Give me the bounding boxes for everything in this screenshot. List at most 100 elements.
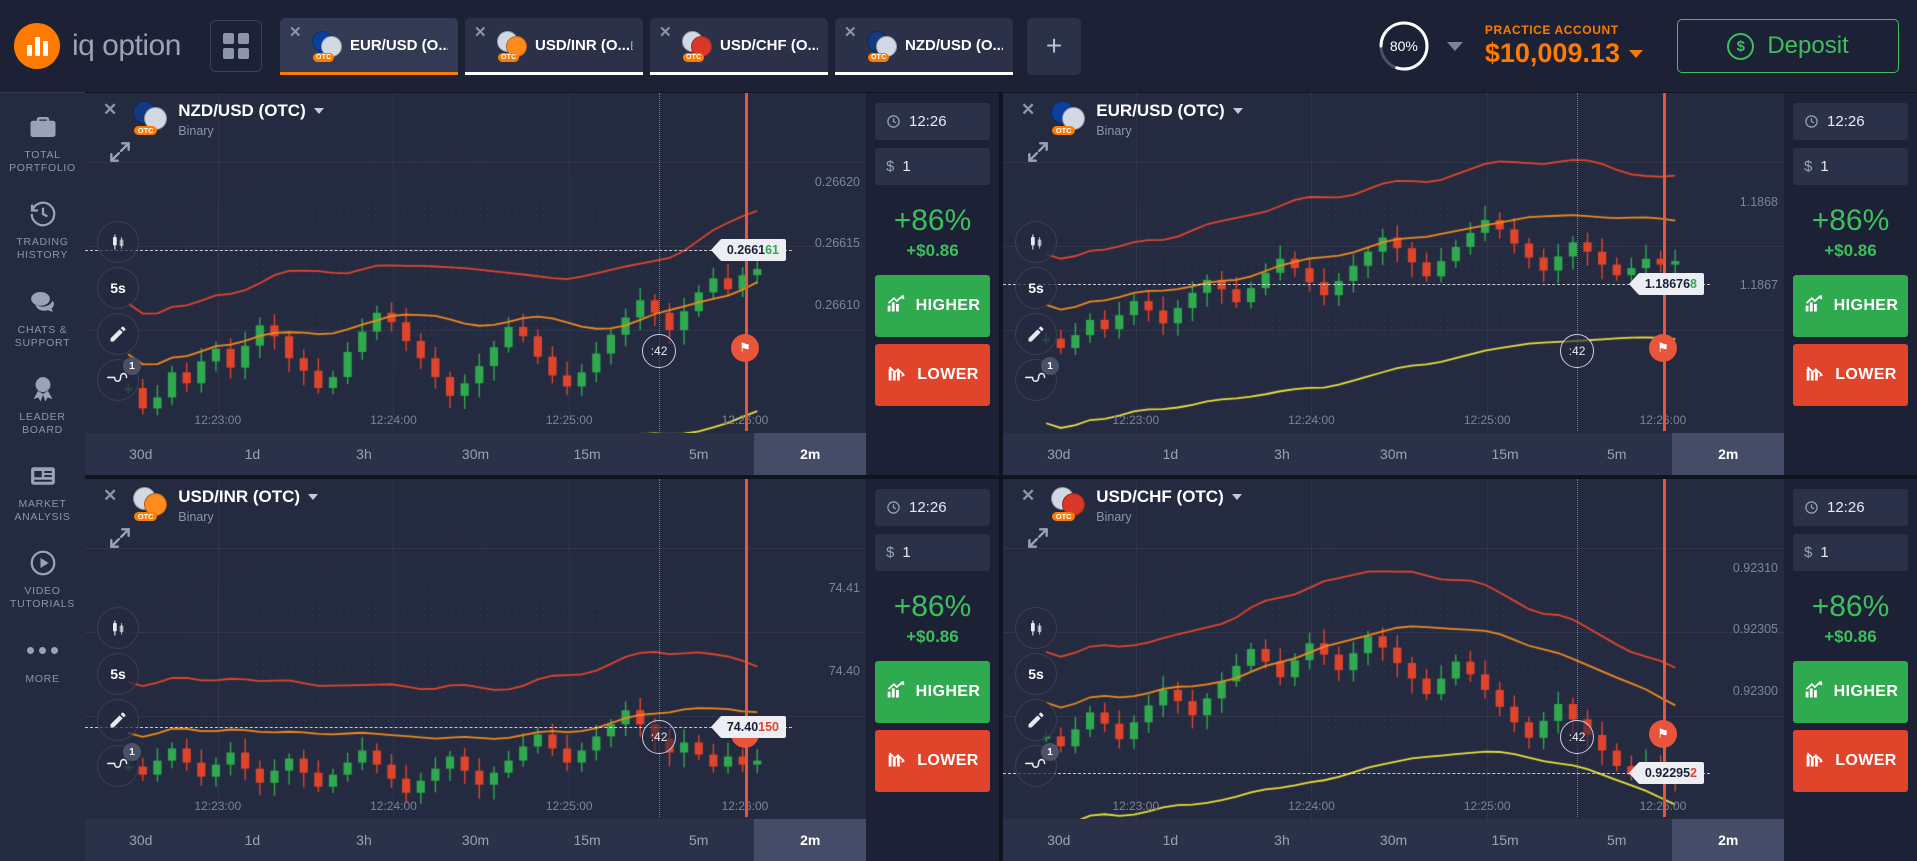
chevron-down-icon[interactable] (313, 108, 324, 114)
amount-field[interactable]: $1 (875, 148, 990, 185)
close-icon[interactable]: ✕ (289, 25, 302, 40)
interval-button[interactable]: 5s (1015, 653, 1057, 695)
close-icon[interactable]: ✕ (1021, 486, 1035, 506)
timeframe-5m[interactable]: 5m (643, 433, 755, 475)
chevron-down-icon[interactable] (1231, 494, 1242, 500)
asset-tab-3[interactable]: ✕OTCNZD/USD (O...Binary (835, 17, 1013, 75)
timeframe-2m[interactable]: 2m (1672, 819, 1784, 861)
close-icon[interactable]: ✕ (103, 100, 117, 120)
timeframe-5m[interactable]: 5m (1561, 433, 1673, 475)
candlestick-icon[interactable] (1015, 607, 1057, 649)
timeframe-30m[interactable]: 30m (1338, 819, 1450, 861)
candlestick-icon[interactable] (97, 607, 139, 649)
payout-dropdown-caret-icon[interactable] (1446, 41, 1463, 51)
grid-layout-icon[interactable] (210, 20, 262, 72)
deposit-button[interactable]: $ Deposit (1677, 19, 1899, 73)
wave-indicator-icon[interactable]: 1 (97, 357, 141, 401)
timeframe-2m[interactable]: 2m (754, 433, 866, 475)
timeframe-30m[interactable]: 30m (1338, 433, 1450, 475)
chart-area[interactable]: ✕ OTC USD/INR (OTC) Binary 5s 1 74.41 74.40 12:2… (85, 479, 866, 861)
sidebar-item-leader-board[interactable]: LEADER BOARD (0, 373, 85, 437)
sidebar-item-trading-history[interactable]: TRADING HISTORY (0, 198, 85, 262)
chart-area[interactable]: ✕ OTC USD/CHF (OTC) Binary 5s 1 0.92310 0.92305… (1003, 479, 1784, 861)
asset-selector[interactable]: USD/INR (OTC) (178, 487, 319, 507)
close-icon[interactable]: ✕ (474, 25, 487, 40)
brand-logo[interactable]: iq option (14, 23, 210, 69)
timeframe-30m[interactable]: 30m (420, 433, 532, 475)
expiry-time-field[interactable]: 12:26 (875, 103, 990, 140)
timeframe-30m[interactable]: 30m (420, 819, 532, 861)
timeframe-15m[interactable]: 15m (1449, 433, 1561, 475)
timeframe-1d[interactable]: 1d (1115, 433, 1227, 475)
lower-button[interactable]: LOWER (875, 344, 990, 406)
timeframe-5m[interactable]: 5m (643, 819, 755, 861)
expand-arrows-icon[interactable] (1025, 139, 1051, 165)
timeframe-1d[interactable]: 1d (197, 433, 309, 475)
timeframe-3h[interactable]: 3h (308, 433, 420, 475)
higher-button[interactable]: HIGHER (1793, 661, 1908, 723)
timeframe-15m[interactable]: 15m (1449, 819, 1561, 861)
lower-button[interactable]: LOWER (1793, 730, 1908, 792)
timeframe-30d[interactable]: 30d (1003, 433, 1115, 475)
higher-button[interactable]: HIGHER (875, 275, 990, 337)
interval-button[interactable]: 5s (97, 653, 139, 695)
expand-arrows-icon[interactable] (107, 525, 133, 551)
timeframe-15m[interactable]: 15m (531, 433, 643, 475)
pencil-icon[interactable] (97, 313, 139, 355)
timeframe-3h[interactable]: 3h (308, 819, 420, 861)
add-tab-button[interactable]: + (1027, 17, 1081, 75)
lower-button[interactable]: LOWER (1793, 344, 1908, 406)
interval-button[interactable]: 5s (1015, 267, 1057, 309)
asset-selector[interactable]: USD/CHF (OTC) (1096, 487, 1242, 507)
timeframe-2m[interactable]: 2m (754, 819, 866, 861)
timeframe-3h[interactable]: 3h (1226, 819, 1338, 861)
higher-button[interactable]: HIGHER (1793, 275, 1908, 337)
asset-selector[interactable]: NZD/USD (OTC) (178, 101, 324, 121)
sidebar-item-chats-support[interactable]: CHATS & SUPPORT (0, 286, 85, 350)
timeframe-2m[interactable]: 2m (1672, 433, 1784, 475)
close-icon[interactable]: ✕ (103, 486, 117, 506)
sidebar-item-market-analysis[interactable]: MARKET ANALYSIS (0, 460, 85, 524)
expiry-time-field[interactable]: 12:26 (875, 489, 990, 526)
timeframe-30d[interactable]: 30d (1003, 819, 1115, 861)
expiry-flag-icon[interactable]: ⚑ (1648, 333, 1677, 362)
asset-tab-0[interactable]: ✕OTCEUR/USD (O...Binary (280, 17, 458, 75)
chevron-down-icon[interactable] (1232, 108, 1243, 114)
close-icon[interactable]: ✕ (844, 25, 857, 40)
timeframe-30d[interactable]: 30d (85, 819, 197, 861)
timeframe-5m[interactable]: 5m (1561, 819, 1673, 861)
timeframe-3h[interactable]: 3h (1226, 433, 1338, 475)
close-icon[interactable]: ✕ (659, 25, 672, 40)
pencil-icon[interactable] (97, 699, 139, 741)
expiry-time-field[interactable]: 12:26 (1793, 103, 1908, 140)
amount-field[interactable]: $1 (1793, 148, 1908, 185)
expand-arrows-icon[interactable] (1025, 525, 1051, 551)
payout-ring[interactable]: 80% (1377, 19, 1431, 73)
asset-selector[interactable]: EUR/USD (OTC) (1096, 101, 1243, 121)
timeframe-15m[interactable]: 15m (531, 819, 643, 861)
expiry-time-field[interactable]: 12:26 (1793, 489, 1908, 526)
candlestick-icon[interactable] (1015, 221, 1057, 263)
timeframe-1d[interactable]: 1d (1115, 819, 1227, 861)
timeframe-30d[interactable]: 30d (85, 433, 197, 475)
asset-tab-2[interactable]: ✕OTCUSD/CHF (O...Binary (650, 17, 828, 75)
wave-indicator-icon[interactable]: 1 (1015, 743, 1059, 787)
sidebar-item-more[interactable]: MORE (0, 635, 85, 686)
expand-arrows-icon[interactable] (107, 139, 133, 165)
expiry-flag-icon[interactable]: ⚑ (1648, 719, 1677, 748)
candlestick-icon[interactable] (97, 221, 139, 263)
lower-button[interactable]: LOWER (875, 730, 990, 792)
chevron-down-icon[interactable] (308, 494, 319, 500)
timeframe-1d[interactable]: 1d (197, 819, 309, 861)
amount-field[interactable]: $1 (1793, 534, 1908, 571)
pencil-icon[interactable] (1015, 313, 1057, 355)
sidebar-item-total-portfolio[interactable]: TOTAL PORTFOLIO (0, 111, 85, 175)
higher-button[interactable]: HIGHER (875, 661, 990, 723)
wave-indicator-icon[interactable]: 1 (1015, 357, 1059, 401)
chevron-down-icon[interactable] (1629, 49, 1643, 58)
chart-area[interactable]: ✕ OTC EUR/USD (OTC) Binary 5s 1 1.1868 1.1867 12… (1003, 93, 1784, 475)
pencil-icon[interactable] (1015, 699, 1057, 741)
wave-indicator-icon[interactable]: 1 (97, 743, 141, 787)
account-selector[interactable]: PRACTICE ACCOUNT $10,009.13 (1485, 23, 1643, 69)
close-icon[interactable]: ✕ (1021, 100, 1035, 120)
